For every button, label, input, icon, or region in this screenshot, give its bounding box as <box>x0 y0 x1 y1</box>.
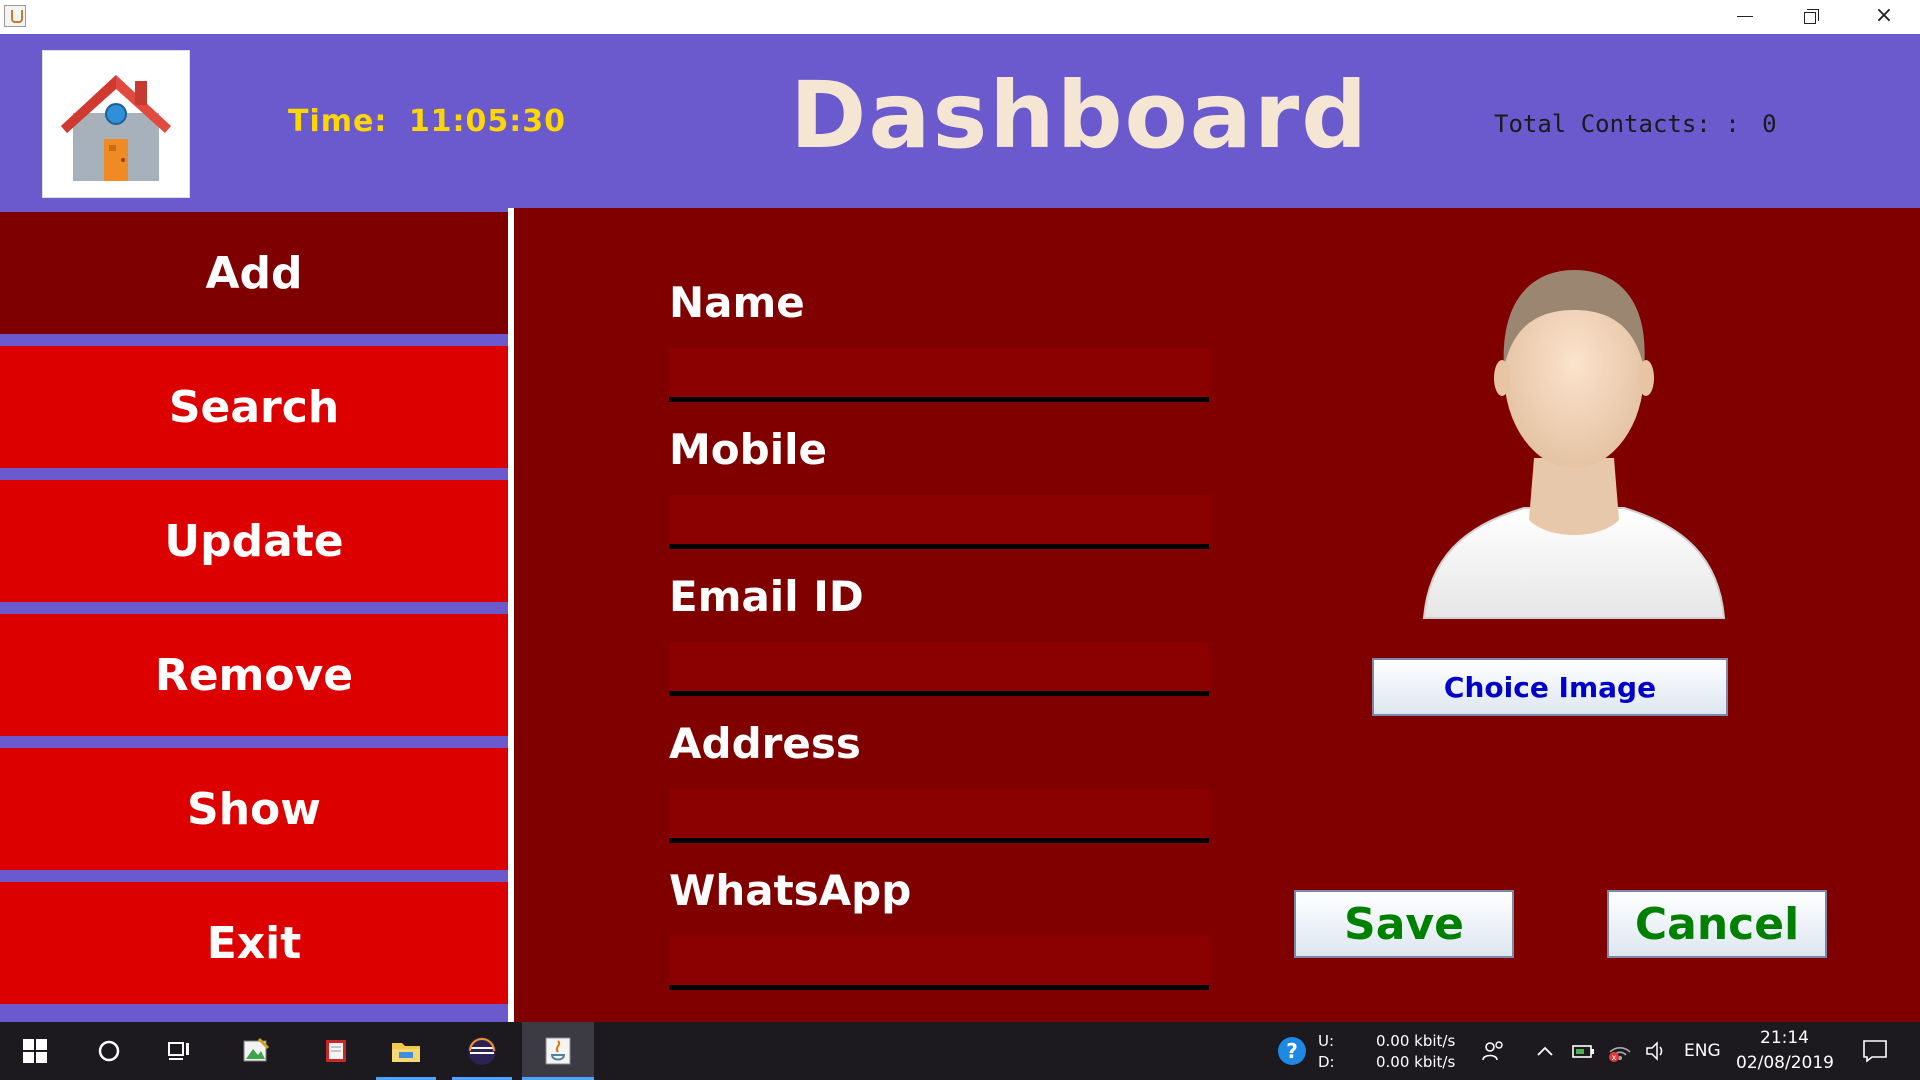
notification-icon <box>1863 1040 1887 1063</box>
network-tray-button[interactable]: x <box>1602 1022 1638 1080</box>
remove-button[interactable]: Remove <box>0 614 508 736</box>
restore-icon <box>1804 12 1816 24</box>
windows-logo-icon <box>23 1039 47 1063</box>
clock-date[interactable]: 02/08/2019 <box>1736 1053 1834 1073</box>
close-icon: × <box>1874 3 1894 28</box>
name-input[interactable] <box>669 348 1209 402</box>
time-value: 11:05:30 <box>408 104 567 139</box>
chevron-up-icon <box>1537 1046 1553 1056</box>
net-up-speed: 0.00 kbit/s <box>1376 1032 1456 1050</box>
taskbar-app-java[interactable] <box>522 1022 594 1080</box>
image-editor-icon <box>243 1037 270 1062</box>
battery-plug-icon <box>1572 1045 1594 1058</box>
java-app-icon <box>4 5 26 27</box>
start-button[interactable] <box>10 1022 60 1080</box>
address-label: Address <box>669 719 861 768</box>
search-button[interactable]: Search <box>0 346 508 468</box>
time-label: Time: <box>288 104 388 139</box>
people-tray-button[interactable] <box>1474 1022 1514 1080</box>
people-icon <box>1482 1041 1503 1061</box>
task-view-icon <box>168 1042 189 1060</box>
help-tray-icon[interactable]: ? <box>1270 1022 1314 1080</box>
restore-button[interactable] <box>1778 0 1846 34</box>
speaker-icon <box>1646 1041 1663 1061</box>
folder-icon <box>392 1043 420 1062</box>
show-hidden-icons-button[interactable] <box>1524 1022 1566 1080</box>
contact-form-panel: Name Mobile Email ID Address WhatsApp Ch… <box>514 208 1920 1022</box>
clock-display: Time: 11:05:30 <box>288 104 566 139</box>
name-label: Name <box>669 278 805 327</box>
action-center-button[interactable] <box>1850 1022 1900 1080</box>
close-button[interactable]: × <box>1850 0 1918 34</box>
update-button[interactable]: Update <box>0 480 508 602</box>
save-button[interactable]: Save <box>1294 890 1514 958</box>
add-button[interactable]: Add <box>0 212 508 334</box>
net-down-speed: 0.00 kbit/s <box>1376 1053 1456 1071</box>
language-indicator[interactable]: ENG <box>1684 1041 1721 1061</box>
svg-text:x: x <box>1612 1053 1617 1062</box>
home-icon <box>61 75 171 181</box>
whatsapp-label: WhatsApp <box>669 866 912 915</box>
wifi-disconnected-icon: x <box>1609 1047 1631 1062</box>
choose-image-button[interactable]: Choice Image <box>1372 658 1728 716</box>
taskbar-app-notebook[interactable] <box>306 1022 366 1080</box>
help-icon: ? <box>1278 1037 1306 1065</box>
cortana-circle-icon <box>98 1040 120 1062</box>
clock-time[interactable]: 21:14 <box>1760 1028 1809 1048</box>
minimize-button[interactable] <box>1710 0 1778 34</box>
svg-text:?: ? <box>1286 1039 1298 1063</box>
cortana-button[interactable] <box>84 1022 134 1080</box>
net-down-label: D: <box>1318 1053 1335 1071</box>
window-titlebar: × <box>0 0 1920 34</box>
home-logo[interactable] <box>42 50 190 198</box>
task-view-button[interactable] <box>154 1022 204 1080</box>
windows-taskbar: ? U: D: 0.00 kbit/s 0.00 kbit/s x ENG 21… <box>0 1022 1920 1080</box>
mobile-input[interactable] <box>669 495 1209 549</box>
exit-button[interactable]: Exit <box>0 882 508 1004</box>
eclipse-icon <box>468 1037 496 1065</box>
address-input[interactable] <box>669 789 1209 843</box>
whatsapp-input[interactable] <box>669 936 1209 990</box>
page-title: Dashboard <box>790 62 1370 169</box>
taskbar-app-file-explorer[interactable] <box>376 1022 436 1080</box>
sidebar-menu: Add Search Update Remove Show Exit <box>0 208 514 1022</box>
net-up-label: U: <box>1318 1032 1335 1050</box>
email-input[interactable] <box>669 642 1209 696</box>
total-contacts-label: Total Contacts: : <box>1494 110 1740 138</box>
dashboard-header: Time: 11:05:30 Dashboard Total Contacts:… <box>0 34 1920 208</box>
taskbar-app-eclipse[interactable] <box>452 1022 512 1080</box>
taskbar-app-image-editor[interactable] <box>226 1022 286 1080</box>
notebook-icon <box>326 1040 346 1062</box>
total-contacts-count: 0 <box>1762 110 1777 138</box>
email-label: Email ID <box>669 572 864 621</box>
show-button[interactable]: Show <box>0 748 508 870</box>
minimize-icon <box>1737 16 1753 17</box>
battery-tray-button[interactable] <box>1566 1022 1602 1080</box>
cancel-button[interactable]: Cancel <box>1607 890 1827 958</box>
total-contacts: Total Contacts: : 0 <box>1494 110 1777 138</box>
profile-avatar-icon <box>1422 270 1726 619</box>
volume-tray-button[interactable] <box>1638 1022 1674 1080</box>
mobile-label: Mobile <box>669 425 827 474</box>
java-icon <box>545 1037 571 1065</box>
